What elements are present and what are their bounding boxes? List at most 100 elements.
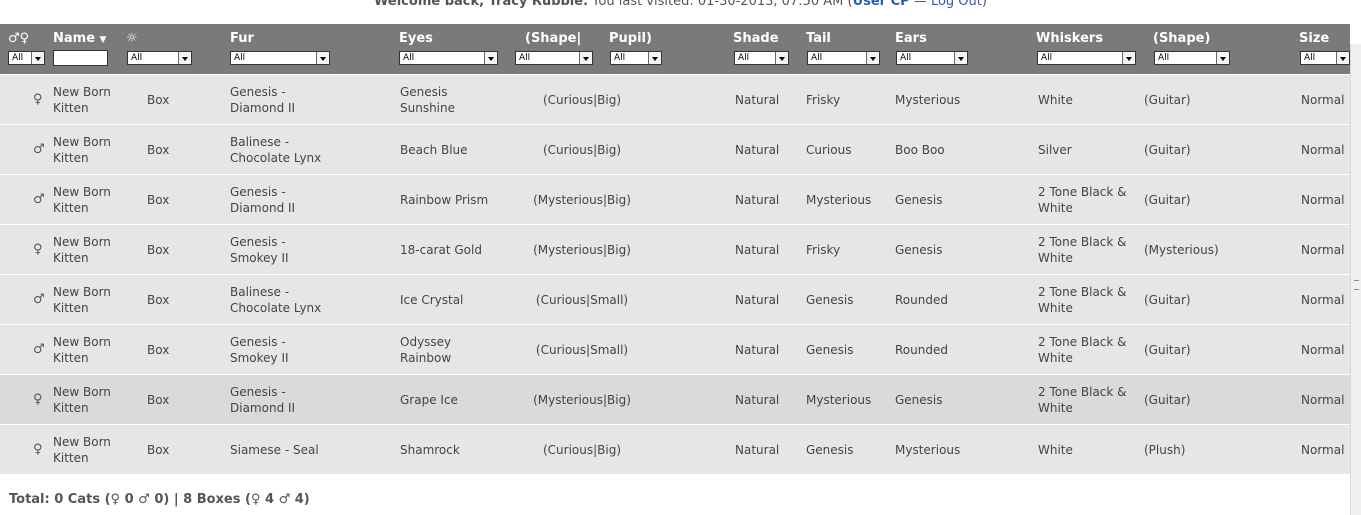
shade-filter-select[interactable]: All [734, 51, 789, 65]
whisker-shape-cell: (Guitar) [1144, 292, 1191, 308]
whiskers-cell-line1: Silver [1038, 143, 1072, 157]
tail-filter-value: All [811, 53, 823, 63]
shape-pupil-cell: (Mysterious|Big) [533, 243, 631, 257]
table-row[interactable]: ♂ New Born Kitten Box Balinese - Chocolate Ly… [0, 275, 1350, 325]
whiskers-cell-line1: 2 Tone Black & [1038, 185, 1127, 199]
shape-filter-select[interactable]: All [515, 51, 593, 65]
vertical-scrollbar[interactable] [1350, 44, 1361, 515]
whisker-shape-column-header[interactable]: (Shape) [1153, 31, 1210, 46]
size-cell-line1: Normal [1301, 393, 1345, 407]
whisker-shape-cell: (Mysterious) [1144, 242, 1219, 258]
dropdown-arrow-icon [178, 52, 191, 64]
table-header: ♂♀ Name ▼ ☼ Fur Eyes (Shape| Pupil) Shad… [0, 24, 1350, 74]
box-cell-line1: Box [147, 443, 170, 457]
box-cell: Box [147, 292, 169, 308]
table-row[interactable]: ♀ New Born Kitten Box Genesis - Diamond II Gra… [0, 375, 1350, 425]
cat-name-line1: New Born [53, 285, 111, 299]
table-totals: Total: 0 Cats (♀ 0 ♂ 0) | 8 Boxes (♀ 4 ♂… [9, 492, 310, 507]
whisker-shape-filter-select[interactable]: All [1154, 51, 1230, 65]
ears-filter-select[interactable]: All [896, 51, 968, 65]
shape-pupil-cell: (Mysterious|Big) [533, 393, 631, 407]
cat-name-line2: Kitten [53, 101, 89, 115]
name-filter-input[interactable] [53, 50, 108, 66]
dropdown-arrow-icon [648, 52, 661, 64]
ears-cell: Genesis [895, 192, 943, 208]
size-column-header[interactable]: Size [1299, 31, 1329, 46]
cat-name: New Born Kitten [53, 184, 111, 216]
fur-cell-line2: Chocolate Lynx [230, 301, 322, 315]
box-cell-line1: Box [147, 243, 170, 257]
whisker-shape-cell: (Guitar) [1144, 92, 1191, 108]
tail-column-header[interactable]: Tail [806, 31, 831, 46]
eyes-filter-select[interactable]: All [399, 51, 498, 65]
shade-cell: Natural [735, 192, 779, 208]
ears-cell: Mysterious [895, 92, 960, 108]
fur-filter-select[interactable]: All [230, 51, 330, 65]
whiskers-cell-line1: 2 Tone Black & [1038, 335, 1127, 349]
shine-icon[interactable]: ☼ [126, 31, 138, 46]
cat-name-line2: Kitten [53, 201, 89, 215]
shape-column-header[interactable]: (Shape| [525, 31, 581, 46]
shade-cell: Natural [735, 292, 779, 308]
table-row[interactable]: ♂ New Born Kitten Box Balinese - Chocolate Ly… [0, 125, 1350, 175]
cat-name: New Born Kitten [53, 284, 111, 316]
ears-column-header[interactable]: Ears [895, 31, 927, 46]
tail-filter-select[interactable]: All [807, 51, 880, 65]
shine-filter-select[interactable]: All [127, 51, 192, 65]
sex-filter-select[interactable]: All [8, 51, 45, 65]
whiskers-filter-select[interactable]: All [1037, 51, 1136, 65]
user-cp-link[interactable]: User CP [853, 0, 910, 9]
eyes-cell: Rainbow Prism [400, 192, 488, 208]
whiskers-cell-line2: White [1038, 201, 1073, 215]
table-row[interactable]: ♂ New Born Kitten Box Genesis - Diamond II Rai… [0, 175, 1350, 225]
ears-cell-line1: Mysterious [895, 93, 961, 107]
fur-cell-line2: Chocolate Lynx [230, 151, 322, 165]
size-cell-line1: Normal [1301, 93, 1345, 107]
name-column-header[interactable]: Name ▼ [53, 31, 106, 46]
male-icon: ♂ [33, 342, 45, 357]
fur-cell-line1: Genesis - [230, 235, 286, 249]
shade-cell-line1: Natural [735, 443, 780, 457]
fur-column-header[interactable]: Fur [230, 31, 254, 46]
pupil-filter-select[interactable]: All [610, 51, 662, 65]
eyes-cell-line1: Genesis [400, 85, 448, 99]
shade-column-header[interactable]: Shade [733, 31, 779, 46]
eyes-cell-line2: Sunshine [400, 101, 456, 115]
table-row[interactable]: ♀ New Born Kitten Box Siamese - Seal Shamrock… [0, 425, 1350, 475]
whiskers-cell-line1: 2 Tone Black & [1038, 235, 1127, 249]
pupil-column-header[interactable]: Pupil) [609, 31, 652, 46]
fur-cell-line1: Genesis - [230, 335, 286, 349]
ears-cell: Boo Boo [895, 142, 945, 158]
fur-cell: Genesis - Diamond II [230, 384, 295, 416]
whiskers-cell-line1: 2 Tone Black & [1038, 385, 1127, 399]
eyes-cell-line1: Grape Ice [400, 393, 458, 407]
whisker-shape-cell: (Guitar) [1144, 342, 1191, 358]
size-filter-select[interactable]: All [1300, 51, 1350, 65]
male-icon: ♂ [33, 292, 45, 307]
logout-link[interactable]: Log Out [931, 0, 982, 9]
whisker-shape-cell-line1: (Guitar) [1144, 143, 1191, 157]
size-cell: Normal [1301, 292, 1344, 308]
whisker-shape-cell-line1: (Guitar) [1144, 393, 1191, 407]
sort-desc-icon: ▼ [99, 35, 107, 45]
whisker-shape-cell-line1: (Guitar) [1144, 293, 1191, 307]
tail-cell-line1: Genesis [806, 443, 854, 457]
shade-cell: Natural [735, 392, 779, 408]
pupil-filter-value: All [614, 53, 626, 63]
fur-cell-line2: Diamond II [230, 401, 296, 415]
fur-cell-line1: Genesis - [230, 85, 286, 99]
whiskers-cell-line1: White [1038, 443, 1073, 457]
table-row[interactable]: ♀ New Born Kitten Box Genesis - Diamond II Gen… [0, 75, 1350, 125]
ears-cell-line1: Genesis [895, 193, 943, 207]
shape-pupil-cell: (Curious|Small) [535, 293, 629, 307]
shade-cell-line1: Natural [735, 243, 780, 257]
shade-cell-line1: Natural [735, 343, 780, 357]
eyes-column-header[interactable]: Eyes [399, 31, 433, 46]
fur-cell: Balinese - Chocolate Lynx [230, 134, 321, 166]
cat-name-line1: New Born [53, 435, 111, 449]
whiskers-cell-line1: 2 Tone Black & [1038, 285, 1127, 299]
whiskers-column-header[interactable]: Whiskers [1036, 31, 1103, 46]
sex-column-header[interactable]: ♂♀ [8, 31, 29, 46]
table-row[interactable]: ♀ New Born Kitten Box Genesis - Smokey II 18-c… [0, 225, 1350, 275]
table-row[interactable]: ♂ New Born Kitten Box Genesis - Smokey II Odys… [0, 325, 1350, 375]
